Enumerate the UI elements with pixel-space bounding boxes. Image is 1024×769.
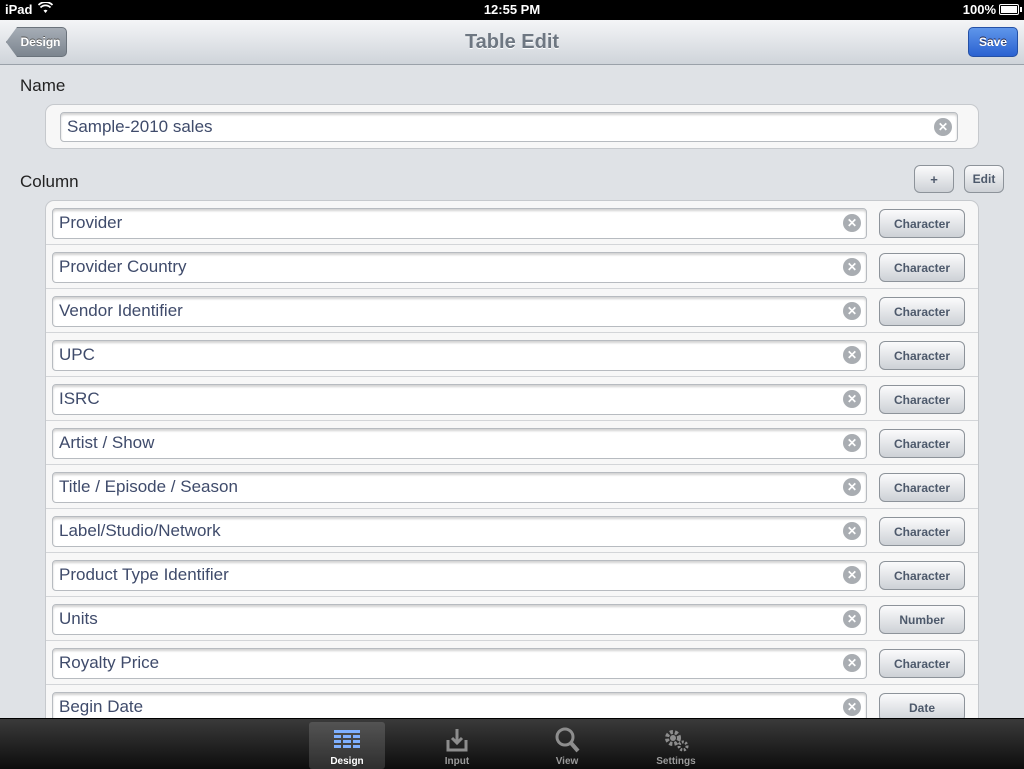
name-group: Sample-2010 sales ✕ [45,104,979,149]
clear-icon[interactable]: ✕ [843,390,861,408]
table-edit-form: Name Sample-2010 sales ✕ Column + Edit P… [0,65,1024,718]
page-title: Table Edit [464,31,560,53]
table-name-input[interactable]: Sample-2010 sales ✕ [60,112,958,142]
clear-icon[interactable]: ✕ [843,698,861,716]
column-name-input[interactable]: UPC ✕ [52,340,867,371]
column-type-button[interactable]: Character [879,649,965,678]
column-name-input[interactable]: Product Type Identifier ✕ [52,560,867,591]
column-section-label: Column [20,172,79,191]
column-row: Provider Country ✕ Character [46,245,978,289]
status-right: 100% [962,2,1022,17]
column-type-button[interactable]: Number [879,605,965,634]
column-type-button[interactable]: Character [879,385,965,414]
clear-icon[interactable]: ✕ [843,610,861,628]
column-name-input[interactable]: Vendor Identifier ✕ [52,296,867,327]
tab-design-label: Design [330,756,364,767]
gears-icon [665,730,689,752]
navigation-bar: Design Table Edit Save [0,20,1024,65]
column-name-input[interactable]: Begin Date ✕ [52,692,867,718]
column-name-value: Provider Country [59,257,187,276]
column-row: Begin Date ✕ Date [46,685,978,718]
clear-icon[interactable]: ✕ [843,478,861,496]
column-type-button[interactable]: Character [879,517,965,546]
save-button[interactable]: Save [968,27,1018,57]
column-row: Vendor Identifier ✕ Character [46,289,978,333]
column-type-button[interactable]: Character [879,209,965,238]
tab-input[interactable]: Input [419,722,495,769]
edit-columns-button[interactable]: Edit [964,165,1004,193]
column-row: Artist / Show ✕ Character [46,421,978,465]
column-row: UPC ✕ Character [46,333,978,377]
tab-design[interactable]: Design [309,722,385,769]
column-name-input[interactable]: Label/Studio/Network ✕ [52,516,867,547]
grid-icon [334,730,360,748]
column-type-button[interactable]: Character [879,341,965,370]
clear-icon[interactable]: ✕ [843,654,861,672]
clear-icon[interactable]: ✕ [843,434,861,452]
column-name-value: Begin Date [59,697,144,716]
column-name-value: Provider [59,213,123,232]
tab-settings[interactable]: Settings [638,722,714,769]
column-name-value: Product Type Identifier [59,565,229,584]
column-name-input[interactable]: Artist / Show ✕ [52,428,867,459]
column-type-button[interactable]: Character [879,253,965,282]
column-row: Product Type Identifier ✕ Character [46,553,978,597]
column-name-input[interactable]: Provider Country ✕ [52,252,867,283]
column-type-button[interactable]: Date [879,693,965,718]
column-name-value: UPC [59,345,95,364]
column-type-button[interactable]: Character [879,297,965,326]
column-row: Provider ✕ Character [46,201,978,245]
columns-list: Provider ✕ Character Provider Country ✕ Chara… [45,200,979,718]
tab-bar: Design Input View Settings [0,718,1024,769]
column-name-value: Vendor Identifier [59,301,183,320]
column-row: Label/Studio/Network ✕ Character [46,509,978,553]
magnifier-icon [555,727,580,753]
status-time: 12:55 PM [483,2,541,17]
tab-view-label: View [555,756,579,767]
column-name-value: Title / Episode / Season [59,477,238,496]
clear-icon[interactable]: ✕ [934,118,952,136]
column-row: Units ✕ Number [46,597,978,641]
clear-icon[interactable]: ✕ [843,302,861,320]
column-name-input[interactable]: Units ✕ [52,604,867,635]
clear-icon[interactable]: ✕ [843,346,861,364]
name-section-label: Name [20,76,66,95]
column-row: Title / Episode / Season ✕ Character [46,465,978,509]
column-name-value: Units [59,609,98,628]
column-name-value: Artist / Show [59,433,155,452]
column-name-input[interactable]: Royalty Price ✕ [52,648,867,679]
clear-icon[interactable]: ✕ [843,566,861,584]
column-name-input[interactable]: Provider ✕ [52,208,867,239]
column-row: ISRC ✕ Character [46,377,978,421]
battery-percent: 100% [962,2,996,17]
column-row: Royalty Price ✕ Character [46,641,978,685]
clear-icon[interactable]: ✕ [843,214,861,232]
column-name-value: Label/Studio/Network [59,521,221,540]
column-type-button[interactable]: Character [879,473,965,502]
clear-icon[interactable]: ✕ [843,522,861,540]
table-name-value: Sample-2010 sales [67,117,213,136]
column-name-input[interactable]: Title / Episode / Season ✕ [52,472,867,503]
tab-view[interactable]: View [529,722,605,769]
column-name-value: Royalty Price [59,653,160,672]
status-bar: iPad 12:55 PM 100% [0,0,1024,20]
input-tray-icon [446,729,468,752]
tab-settings-label: Settings [656,756,696,767]
column-name-value: ISRC [59,389,100,408]
tab-input-label: Input [444,756,470,767]
column-name-input[interactable]: ISRC ✕ [52,384,867,415]
clear-icon[interactable]: ✕ [843,258,861,276]
column-type-button[interactable]: Character [879,561,965,590]
battery-icon [999,4,1022,15]
column-type-button[interactable]: Character [879,429,965,458]
add-column-button[interactable]: + [914,165,954,193]
